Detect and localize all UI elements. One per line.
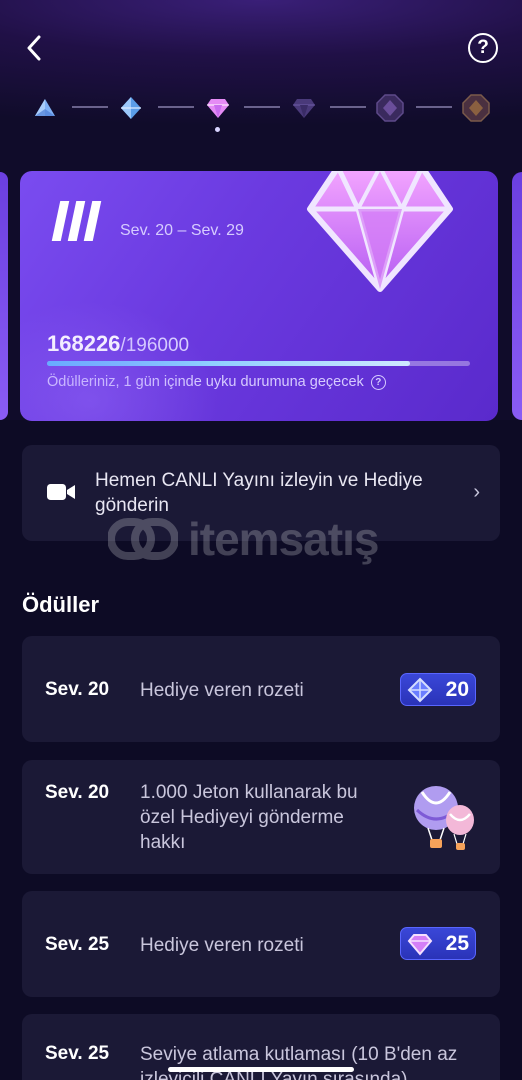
progress-value: 168226/196000 [47, 331, 190, 356]
level-progression [30, 93, 492, 133]
level-connector [72, 106, 108, 108]
level-1-triangle-icon[interactable] [30, 93, 60, 123]
chevron-right-icon: › [473, 481, 480, 503]
level-range: Sev. 20 – Sev. 29 [120, 222, 244, 239]
level-5-octagon-icon[interactable] [375, 93, 405, 123]
badge-diamond-icon [407, 934, 433, 956]
gift-badge: 25 [400, 927, 476, 960]
level-connector [158, 106, 194, 108]
level-connector [416, 106, 452, 108]
gift-badge: 20 [400, 673, 476, 706]
current-level-indicator [215, 127, 220, 132]
progress-bar-fill [47, 361, 410, 366]
video-camera-icon [47, 484, 75, 500]
help-icon: ? [477, 37, 489, 58]
level-connector [330, 106, 366, 108]
top-bar: ? [0, 28, 522, 68]
reward-row[interactable]: Sev. 20 1.000 Jeton kullanarak bu özel H… [22, 760, 500, 874]
info-icon[interactable]: ? [370, 374, 386, 390]
sleep-notice: Ödülleriniz, 1 gün içinde uyku durumuna … [47, 374, 386, 390]
previous-card-peek[interactable] [0, 172, 8, 420]
rewards-title: Ödüller [22, 592, 100, 617]
watch-live-text: Hemen CANLI Yayını izleyin ve Hediye gön… [95, 470, 423, 516]
reward-row[interactable]: Sev. 20 Hediye veren rozeti 20 [22, 636, 500, 742]
diamond-gem-icon [307, 171, 453, 292]
badge-diamond-icon [407, 677, 433, 703]
watermark: itemsatış [108, 512, 379, 566]
reward-row[interactable]: Sev. 25 Hediye veren rozeti 25 [22, 891, 500, 997]
level-roman-numeral [51, 201, 102, 243]
chevron-left-icon [27, 35, 41, 61]
level-card: Sev. 20 – Sev. 29 168226/196000 Ödülleri… [20, 171, 498, 421]
level-3-diamond-icon[interactable] [203, 93, 233, 123]
hot-air-balloon-gift-icon [414, 786, 474, 850]
level-2-octahedron-icon[interactable] [116, 93, 146, 123]
progress-bar [47, 361, 470, 366]
next-card-peek[interactable] [512, 172, 522, 420]
help-button[interactable]: ? [468, 33, 498, 63]
watermark-logo-icon [108, 518, 178, 560]
level-4-dark-diamond-icon[interactable] [289, 93, 319, 123]
level-connector [244, 106, 280, 108]
back-button[interactable] [18, 30, 50, 66]
level-6-octagon-icon[interactable] [461, 93, 491, 123]
home-indicator [168, 1067, 354, 1072]
